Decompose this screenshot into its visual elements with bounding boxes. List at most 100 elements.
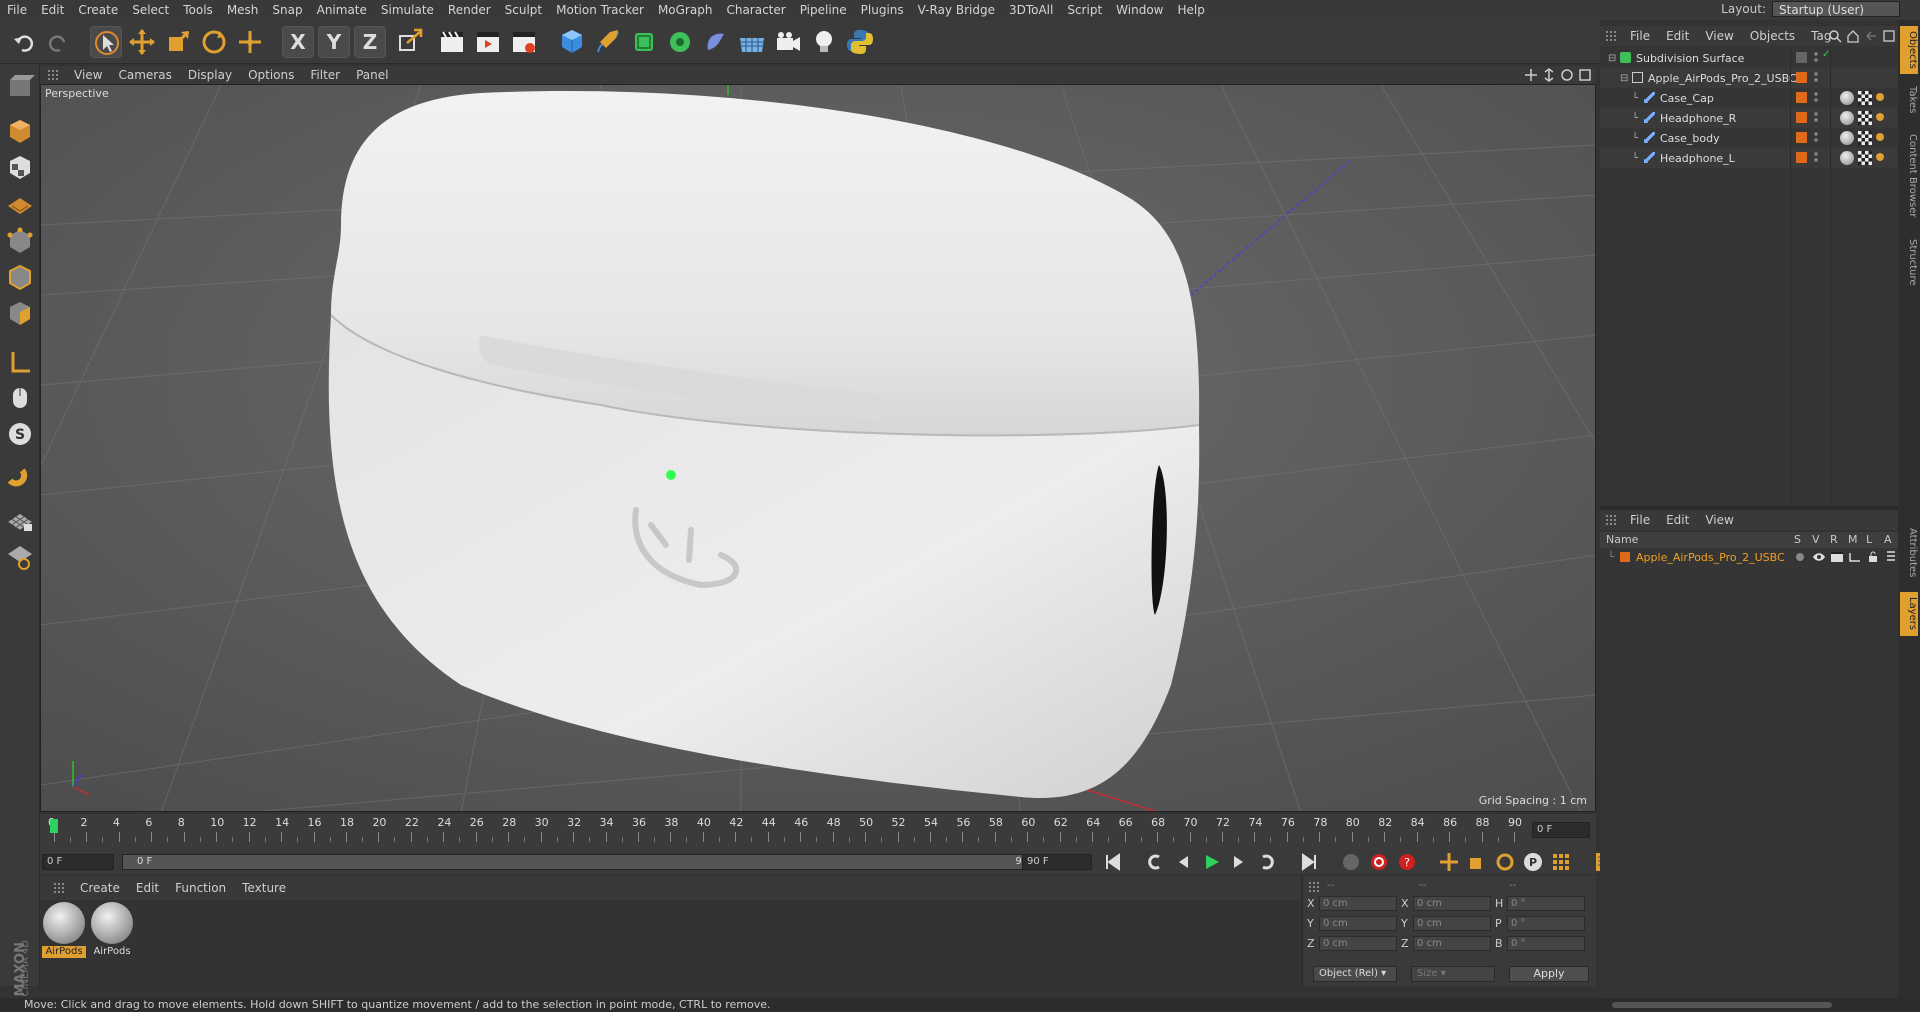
layer-render-icon[interactable] bbox=[1830, 551, 1844, 563]
new-view-icon[interactable] bbox=[1882, 29, 1896, 43]
menu-help[interactable]: Help bbox=[1170, 0, 1211, 20]
menu-character[interactable]: Character bbox=[719, 0, 792, 20]
key-rotation-icon[interactable] bbox=[1494, 851, 1516, 873]
coord-field[interactable]: 0 cm bbox=[1319, 936, 1397, 951]
layer-color-swatch[interactable] bbox=[1796, 112, 1807, 123]
layer-color-swatch[interactable] bbox=[1796, 72, 1807, 83]
menu-tools[interactable]: Tools bbox=[176, 0, 220, 20]
snap-button[interactable]: S bbox=[4, 418, 36, 450]
make-editable-button[interactable] bbox=[4, 70, 36, 102]
layer-solo-dot[interactable] bbox=[1796, 553, 1804, 561]
axis-z-button[interactable]: Z bbox=[354, 26, 386, 58]
horizontal-scrollbar[interactable] bbox=[1612, 1002, 1832, 1008]
menu-window[interactable]: Window bbox=[1109, 0, 1170, 20]
menu-create[interactable]: Create bbox=[71, 0, 125, 20]
material-menu-function[interactable]: Function bbox=[167, 881, 234, 895]
viewport-menu-cameras[interactable]: Cameras bbox=[110, 68, 179, 82]
object-row[interactable]: └ Headphone_R bbox=[1600, 108, 1898, 128]
layer-lock-icon[interactable] bbox=[1866, 550, 1880, 562]
material-menu-edit[interactable]: Edit bbox=[128, 881, 167, 895]
tab-content-browser[interactable]: Content Browser bbox=[1900, 126, 1918, 226]
coord-field[interactable]: 0 cm bbox=[1413, 916, 1491, 931]
size-mode-select[interactable]: Size ▾ bbox=[1411, 966, 1495, 982]
workplane-mode-button[interactable] bbox=[4, 188, 36, 220]
menu-simulate[interactable]: Simulate bbox=[374, 0, 441, 20]
go-to-start-icon[interactable] bbox=[1102, 851, 1124, 873]
viewport-menu-options[interactable]: Options bbox=[240, 68, 302, 82]
layer-menu-edit[interactable]: Edit bbox=[1658, 513, 1697, 527]
add-environment-button[interactable] bbox=[736, 26, 768, 58]
menu-3dtoall[interactable]: 3DToAll bbox=[1002, 0, 1060, 20]
layer-manager-icon[interactable] bbox=[1848, 551, 1862, 563]
add-spline-button[interactable] bbox=[592, 26, 624, 58]
add-cube-button[interactable] bbox=[556, 26, 588, 58]
material-tag-icon[interactable] bbox=[1840, 91, 1854, 105]
layer-col-manager[interactable]: M bbox=[1848, 533, 1858, 546]
menu-edit[interactable]: Edit bbox=[34, 0, 71, 20]
uvw-tag-icon[interactable] bbox=[1858, 111, 1872, 125]
coord-field[interactable]: 0 ° bbox=[1507, 936, 1585, 951]
add-camera-button[interactable] bbox=[772, 26, 804, 58]
layer-color-swatch[interactable] bbox=[1796, 92, 1807, 103]
menu-v-ray-bridge[interactable]: V-Ray Bridge bbox=[911, 0, 1002, 20]
layer-visible-eye-icon[interactable] bbox=[1812, 551, 1826, 563]
viewport-menu-filter[interactable]: Filter bbox=[302, 68, 348, 82]
keyframe-selection-icon[interactable]: ? bbox=[1396, 851, 1418, 873]
current-frame-field[interactable]: 0 F bbox=[1532, 822, 1590, 838]
object-row[interactable]: ⊟ Apple_AirPods_Pro_2_USBC bbox=[1600, 68, 1898, 88]
coordinate-mode-select[interactable]: Object (Rel) ▾ bbox=[1313, 966, 1397, 982]
viewport-menu-display[interactable]: Display bbox=[180, 68, 240, 82]
coord-field[interactable]: 0 cm bbox=[1413, 896, 1491, 911]
layer-color-swatch[interactable] bbox=[1796, 132, 1807, 143]
transform-tool-button[interactable] bbox=[234, 26, 266, 58]
edges-mode-button[interactable] bbox=[4, 262, 36, 294]
add-nurbs-button[interactable] bbox=[628, 26, 660, 58]
object-row[interactable]: ⊟ Subdivision Surface ✓ bbox=[1600, 48, 1898, 68]
collapse-toggle-icon[interactable]: ⊟ bbox=[1620, 73, 1628, 84]
menu-render[interactable]: Render bbox=[441, 0, 498, 20]
add-deformer-button[interactable] bbox=[700, 26, 732, 58]
visibility-dots[interactable] bbox=[1814, 151, 1818, 164]
dolly-icon[interactable] bbox=[1542, 68, 1556, 82]
menu-script[interactable]: Script bbox=[1060, 0, 1109, 20]
3d-viewport[interactable]: Perspective Grid Spacing : 1 cm bbox=[40, 84, 1596, 812]
material-tag-icon[interactable] bbox=[1840, 151, 1854, 165]
axis-y-button[interactable]: Y bbox=[318, 26, 350, 58]
rotate-tool-button[interactable] bbox=[198, 26, 230, 58]
layer-col-view[interactable]: V bbox=[1812, 533, 1820, 546]
object-menu-file[interactable]: File bbox=[1622, 29, 1658, 43]
tab-structure[interactable]: Structure bbox=[1900, 232, 1918, 292]
object-row[interactable]: └ Case_Cap bbox=[1600, 88, 1898, 108]
render-settings-button[interactable] bbox=[508, 26, 540, 58]
visibility-dots[interactable] bbox=[1814, 71, 1818, 84]
apply-button[interactable]: Apply bbox=[1509, 966, 1589, 982]
object-menu-objects[interactable]: Objects bbox=[1742, 29, 1803, 43]
orbit-icon[interactable] bbox=[1560, 68, 1574, 82]
uvw-tag-icon[interactable] bbox=[1858, 151, 1872, 165]
layer-menu-view[interactable]: View bbox=[1697, 513, 1741, 527]
coord-field[interactable]: 0 cm bbox=[1413, 936, 1491, 951]
home-icon[interactable] bbox=[1846, 29, 1860, 43]
redo-button[interactable] bbox=[42, 26, 74, 58]
subdivision-tag-icon[interactable] bbox=[1796, 52, 1807, 63]
coord-field[interactable]: 0 ° bbox=[1507, 896, 1585, 911]
end-frame-field[interactable]: 90 F bbox=[1022, 854, 1092, 870]
coordinate-system-button[interactable] bbox=[394, 26, 426, 58]
step-forward-icon[interactable] bbox=[1228, 851, 1250, 873]
frame-range-slider[interactable]: 0 F 90 F bbox=[122, 854, 1052, 870]
model-mode-button[interactable] bbox=[4, 116, 36, 148]
menu-plugins[interactable]: Plugins bbox=[854, 0, 911, 20]
move-tool-button[interactable] bbox=[126, 26, 158, 58]
python-button[interactable] bbox=[844, 26, 876, 58]
layer-animation-icon[interactable] bbox=[1884, 550, 1898, 562]
autokey-icon[interactable] bbox=[1368, 851, 1390, 873]
next-key-icon[interactable] bbox=[1256, 851, 1278, 873]
object-row[interactable]: └ Headphone_L bbox=[1600, 148, 1898, 168]
tab-takes[interactable]: Takes bbox=[1900, 80, 1918, 120]
key-position-icon[interactable] bbox=[1438, 851, 1460, 873]
visibility-dots[interactable] bbox=[1814, 131, 1818, 144]
layer-col-render[interactable]: R bbox=[1830, 533, 1838, 546]
select-tool-button[interactable] bbox=[90, 26, 122, 58]
tab-layers[interactable]: Layers bbox=[1900, 592, 1918, 636]
previous-key-icon[interactable] bbox=[1144, 851, 1166, 873]
